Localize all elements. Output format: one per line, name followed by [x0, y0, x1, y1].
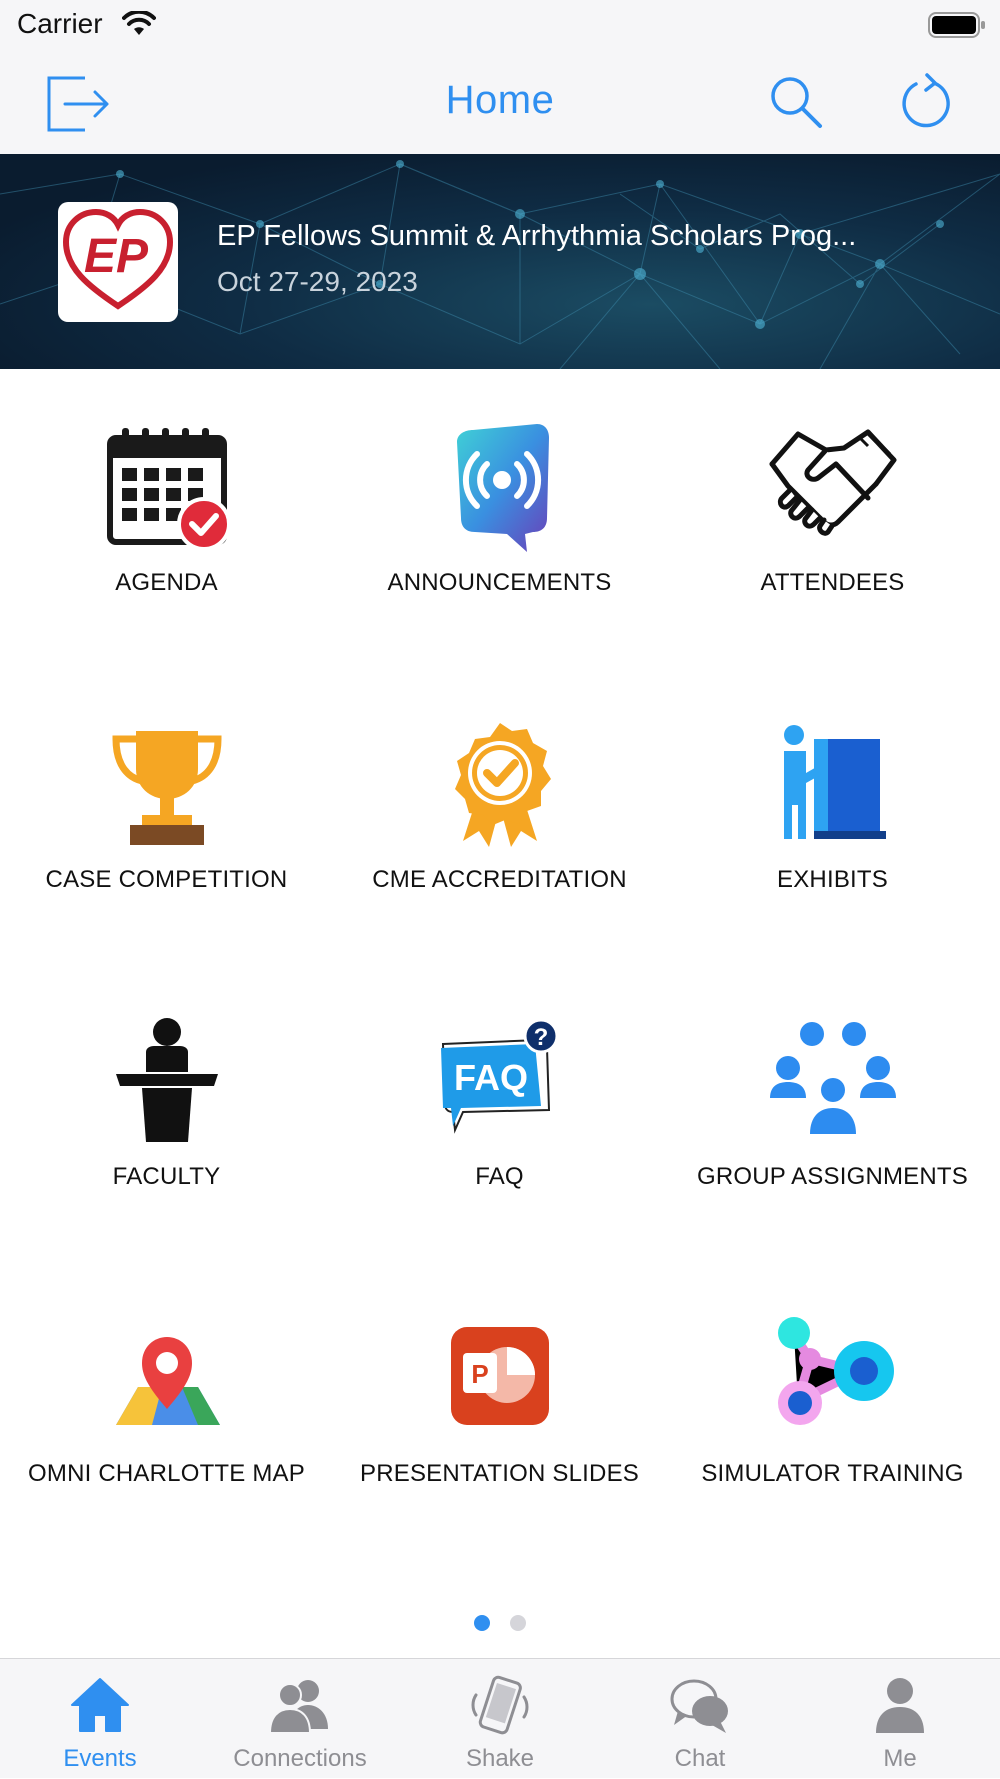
event-banner[interactable]: EP EP Fellows Summit & Arrhythmia Schola… — [0, 154, 1000, 369]
page-indicator[interactable] — [0, 1615, 1000, 1631]
page-dot-1[interactable] — [474, 1615, 490, 1631]
battery-icon — [928, 12, 985, 38]
wifi-icon — [122, 11, 156, 35]
shake-phone-icon — [471, 1675, 529, 1735]
event-logo: EP — [58, 202, 178, 322]
podium-speaker-icon — [115, 1018, 218, 1142]
menu-item-label: SIMULATOR TRAINING — [701, 1460, 964, 1487]
tab-shake[interactable]: Shake — [400, 1659, 600, 1779]
chat-bubbles-icon — [670, 1679, 728, 1733]
menu-item-label: ATTENDEES — [760, 569, 905, 596]
menu-item-label: FACULTY — [112, 1163, 221, 1190]
menu-item-case-competition[interactable]: CASE COMPETITION — [0, 666, 333, 963]
exhibit-booth-icon — [783, 725, 886, 839]
faq-icon: FAQ ? — [440, 1018, 558, 1134]
person-icon — [876, 1678, 924, 1733]
status-bar: Carrier — [0, 0, 1000, 50]
tab-label: Connections — [233, 1745, 367, 1772]
refresh-icon — [902, 73, 950, 128]
tab-chat[interactable]: Chat — [600, 1659, 800, 1779]
handshake-icon — [769, 429, 896, 536]
search-icon — [771, 77, 822, 128]
house-icon — [71, 1678, 129, 1732]
carrier-label: Carrier — [17, 8, 103, 39]
event-date: Oct 27-29, 2023 — [217, 266, 418, 297]
menu-item-faculty[interactable]: FACULTY — [0, 963, 333, 1260]
menu-item-agenda[interactable]: AGENDA — [0, 369, 333, 666]
menu-item-label: GROUP ASSIGNMENTS — [696, 1163, 968, 1190]
refresh-button[interactable] — [898, 72, 954, 132]
tab-me[interactable]: Me — [800, 1659, 1000, 1779]
tab-label: Me — [883, 1745, 917, 1772]
page-dot-2[interactable] — [510, 1615, 526, 1631]
tab-label: Shake — [465, 1745, 535, 1772]
menu-item-group-assignments[interactable]: GROUP ASSIGNMENTS — [666, 963, 999, 1260]
molecule-network-icon — [777, 1317, 894, 1425]
map-pin-icon — [115, 1337, 220, 1425]
menu-item-label: CASE COMPETITION — [45, 866, 288, 893]
svg-text:?: ? — [533, 1024, 548, 1051]
menu-item-label: ANNOUNCEMENTS — [387, 569, 612, 596]
svg-text:P: P — [471, 1359, 488, 1389]
menu-item-label: CME ACCREDITATION — [372, 866, 627, 893]
menu-item-presentation-slides[interactable]: P PRESENTATION SLIDES — [333, 1260, 666, 1557]
broadcast-icon — [456, 424, 549, 552]
menu-item-faq[interactable]: FAQ ? FAQ — [333, 963, 666, 1260]
navigation-bar: Home — [0, 50, 1000, 154]
menu-item-exhibits[interactable]: EXHIBITS — [666, 666, 999, 963]
event-title: EP Fellows Summit & Arrhythmia Scholars … — [217, 220, 857, 252]
menu-item-label: PRESENTATION SLIDES — [360, 1460, 639, 1487]
trophy-icon — [111, 731, 222, 845]
calendar-check-icon — [106, 428, 231, 551]
tab-label: Events — [63, 1745, 137, 1772]
menu-item-announcements[interactable]: ANNOUNCEMENTS — [333, 369, 666, 666]
tab-connections[interactable]: Connections — [200, 1659, 400, 1779]
award-badge-icon — [454, 723, 551, 847]
menu-item-label: EXHIBITS — [777, 866, 888, 893]
group-icon — [769, 1022, 896, 1134]
people-icon — [268, 1680, 328, 1734]
menu-item-omni-charlotte-map[interactable]: OMNI CHARLOTTE MAP — [0, 1260, 333, 1557]
tab-events[interactable]: Events — [0, 1659, 200, 1779]
tab-label: Chat — [674, 1745, 726, 1772]
powerpoint-icon: P — [450, 1327, 549, 1425]
menu-item-cme-accreditation[interactable]: CME ACCREDITATION — [333, 666, 666, 963]
svg-text:FAQ: FAQ — [453, 1057, 527, 1098]
tab-bar: Events Connections Shake Chat Me — [0, 1658, 1000, 1778]
search-button[interactable] — [768, 74, 824, 130]
menu-item-label: FAQ — [475, 1163, 524, 1190]
page-title: Home — [445, 78, 555, 122]
menu-item-simulator-training[interactable]: SIMULATOR TRAINING — [666, 1260, 999, 1557]
menu-item-label: AGENDA — [115, 569, 218, 596]
svg-text:EP: EP — [84, 230, 149, 283]
menu-item-label: OMNI CHARLOTTE MAP — [28, 1460, 305, 1487]
menu-item-attendees[interactable]: ATTENDEES — [666, 369, 999, 666]
